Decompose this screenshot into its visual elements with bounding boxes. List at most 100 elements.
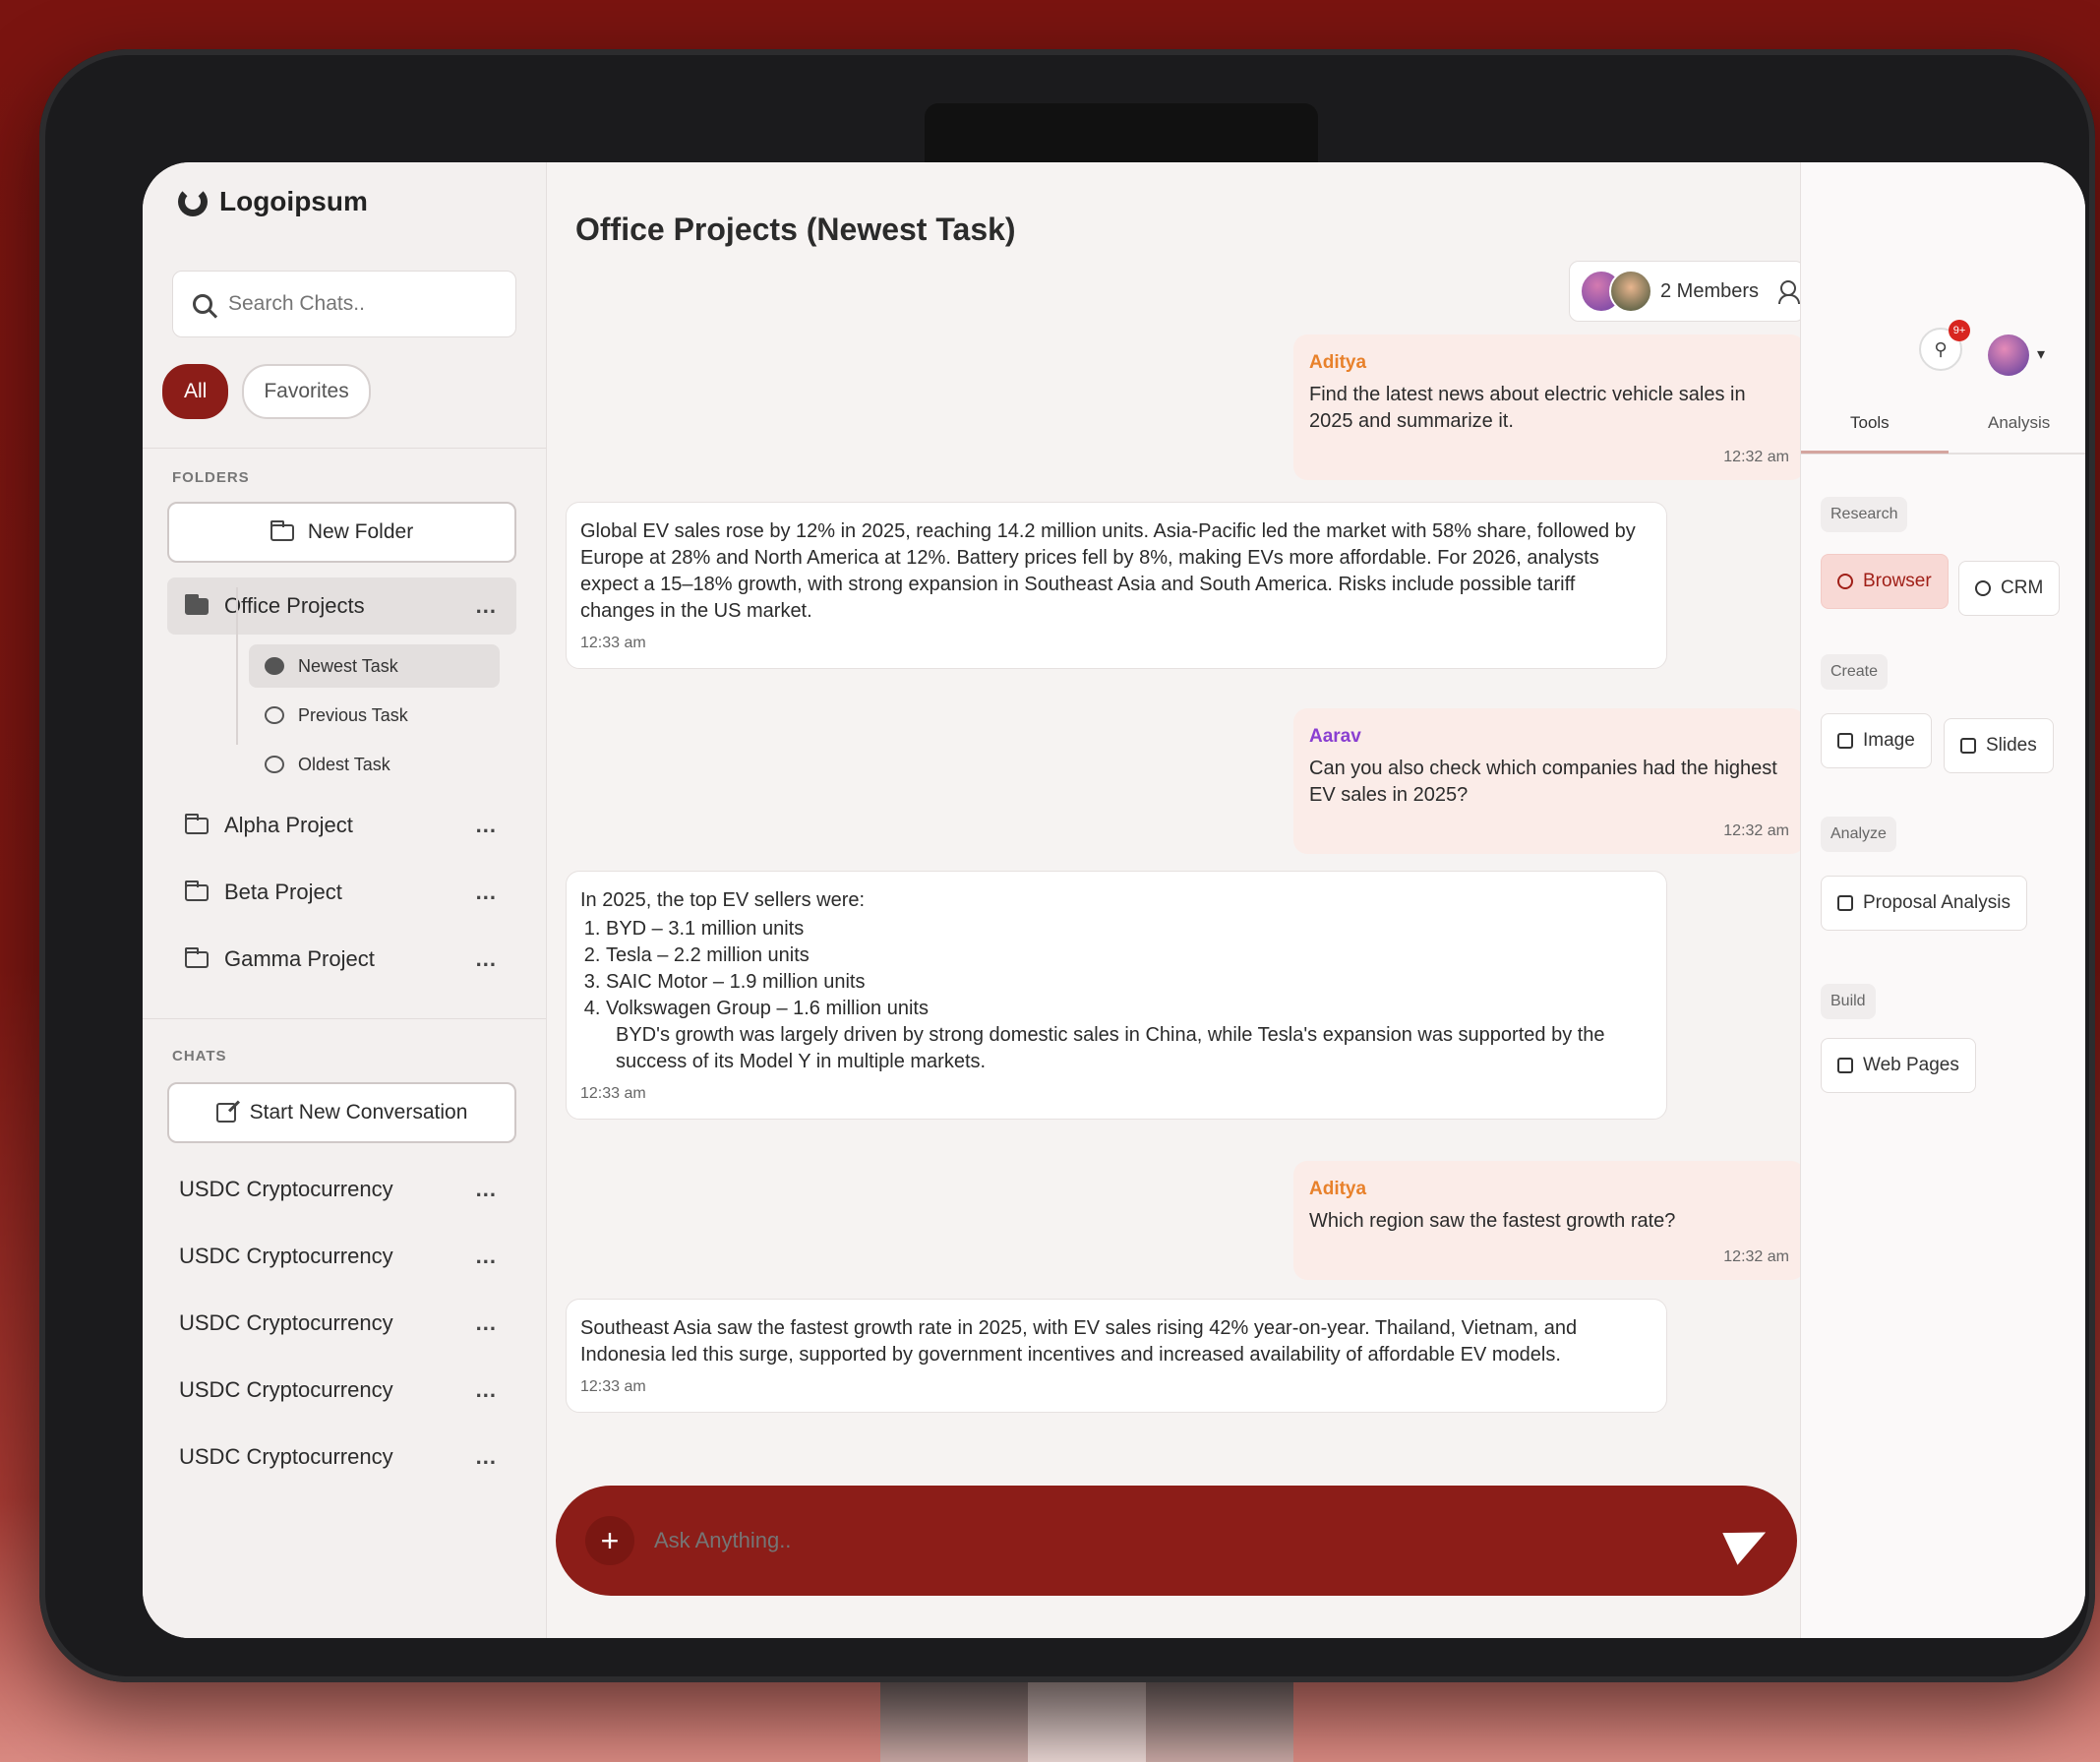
task-previous[interactable]: Previous Task [249, 694, 500, 737]
chart-icon [1837, 895, 1853, 911]
tool-image[interactable]: Image [1821, 713, 1932, 768]
more-options-icon[interactable]: ... [476, 1377, 497, 1403]
more-options-icon[interactable]: ... [476, 813, 497, 838]
search-icon [193, 294, 212, 314]
start-new-label: Start New Conversation [249, 1101, 468, 1124]
more-options-icon[interactable]: ... [476, 1244, 497, 1269]
list-item: SAIC Motor – 1.9 million units [606, 969, 1652, 996]
more-options-icon[interactable]: ... [476, 593, 497, 619]
message-composer: + [556, 1486, 1797, 1596]
folder-icon [185, 593, 209, 615]
more-options-icon[interactable]: ... [476, 1310, 497, 1336]
chat-item-label: USDC Cryptocurrency [179, 1377, 393, 1402]
section-research: Research [1821, 497, 1908, 532]
subtree-line [236, 587, 238, 745]
active-tab-indicator [1801, 451, 1949, 454]
members-button[interactable]: 2 Members [1569, 261, 1805, 322]
task-label: Newest Task [298, 655, 398, 676]
filter-favorites[interactable]: Favorites [242, 364, 371, 419]
list-item: BYD – 3.1 million units [606, 916, 1652, 942]
folder-alpha-project[interactable]: Alpha Project ... [167, 797, 516, 854]
chat-item[interactable]: USDC Cryptocurrency ... [167, 1228, 516, 1285]
sender-name: Aarav [1309, 726, 1361, 747]
tool-label: Image [1863, 730, 1915, 751]
filter-chips: All Favorites [162, 364, 371, 419]
folder-office-projects[interactable]: Office Projects ... [167, 577, 516, 635]
assistant-message: In 2025, the top EV sellers were: BYD – … [566, 871, 1667, 1120]
list-item: Volkswagen Group – 1.6 million units [606, 996, 1652, 1022]
more-options-icon[interactable]: ... [476, 1177, 497, 1202]
stand-pole [1028, 1672, 1146, 1762]
folder-label: Gamma Project [224, 946, 375, 971]
page-title: Office Projects (Newest Task) [575, 212, 1016, 247]
users-icon [1975, 580, 1991, 596]
send-icon[interactable] [1722, 1516, 1773, 1565]
new-folder-label: New Folder [307, 520, 414, 543]
start-new-conversation-button[interactable]: Start New Conversation [167, 1082, 516, 1143]
folder-label: Office Projects [224, 593, 365, 618]
member-avatars [1580, 270, 1652, 313]
tools-panel: ⚲ 9+ ▾ Tools Analysis Research Browser C… [1800, 162, 2085, 1638]
tool-label: Slides [1986, 735, 2037, 756]
chat-item-label: USDC Cryptocurrency [179, 1244, 393, 1268]
search-input[interactable] [226, 291, 496, 317]
chat-bubble-icon [265, 657, 284, 675]
add-user-icon[interactable] [1778, 280, 1801, 304]
user-avatar[interactable] [1988, 334, 2029, 376]
more-options-icon[interactable]: ... [476, 1444, 497, 1470]
task-label: Previous Task [298, 704, 408, 725]
section-create: Create [1821, 654, 1889, 690]
assistant-message: Global EV sales rose by 12% in 2025, rea… [566, 502, 1667, 669]
chevron-down-icon[interactable]: ▾ [2037, 344, 2045, 364]
tool-crm[interactable]: CRM [1958, 561, 2061, 616]
message-text: Find the latest news about electric vehi… [1309, 384, 1746, 432]
assistant-message: Southeast Asia saw the fastest growth ra… [566, 1299, 1667, 1413]
members-count: 2 Members [1660, 279, 1760, 302]
search-box[interactable] [172, 271, 516, 337]
message-input[interactable] [652, 1527, 1640, 1554]
task-newest[interactable]: Newest Task [249, 644, 500, 688]
folder-icon [185, 813, 209, 834]
tool-label: Proposal Analysis [1863, 892, 2010, 913]
list-item: Tesla – 2.2 million units [606, 942, 1652, 969]
tool-browser[interactable]: Browser [1821, 554, 1949, 609]
message-time: 12:32 am [1723, 822, 1789, 839]
chat-item[interactable]: USDC Cryptocurrency ... [167, 1428, 516, 1486]
sender-name: Aditya [1309, 352, 1367, 373]
tool-label: Web Pages [1863, 1055, 1959, 1075]
chat-item[interactable]: USDC Cryptocurrency ... [167, 1362, 516, 1419]
ranked-list: BYD – 3.1 million units Tesla – 2.2 mill… [580, 916, 1652, 1022]
add-attachment-button[interactable]: + [585, 1516, 634, 1565]
chats-label: CHATS [172, 1048, 227, 1064]
user-message: Aditya Which region saw the fastest grow… [1293, 1161, 1805, 1280]
folder-beta-project[interactable]: Beta Project ... [167, 864, 516, 921]
tab-analysis[interactable]: Analysis [1988, 413, 2050, 433]
chat-item[interactable]: USDC Cryptocurrency ... [167, 1295, 516, 1352]
edit-icon [215, 1103, 236, 1123]
sidebar: Logoipsum All Favorites FOLDERS New Fold… [143, 162, 547, 1638]
divider [143, 1018, 546, 1019]
folder-label: Beta Project [224, 880, 342, 904]
folder-icon [185, 946, 209, 968]
chat-item-label: USDC Cryptocurrency [179, 1444, 393, 1469]
message-text: Southeast Asia saw the fastest growth ra… [580, 1317, 1578, 1366]
message-time: 12:32 am [1723, 1248, 1789, 1265]
tool-proposal-analysis[interactable]: Proposal Analysis [1821, 876, 2027, 931]
logo: Logoipsum [178, 186, 368, 217]
more-options-icon[interactable]: ... [476, 946, 497, 972]
new-folder-button[interactable]: New Folder [167, 502, 516, 563]
folder-plus-icon [270, 519, 294, 541]
chat-item-label: USDC Cryptocurrency [179, 1177, 393, 1201]
tab-tools[interactable]: Tools [1850, 413, 1890, 433]
folder-gamma-project[interactable]: Gamma Project ... [167, 931, 516, 988]
more-options-icon[interactable]: ... [476, 880, 497, 905]
tool-slides[interactable]: Slides [1944, 718, 2054, 773]
task-oldest[interactable]: Oldest Task [249, 743, 500, 786]
chat-item-label: USDC Cryptocurrency [179, 1310, 393, 1335]
tool-web-pages[interactable]: Web Pages [1821, 1038, 1976, 1093]
conversation-panel: Office Projects (Newest Task) 2 Members … [546, 162, 1805, 1638]
filter-all[interactable]: All [162, 364, 229, 419]
tool-label: Browser [1863, 571, 1932, 591]
chat-item[interactable]: USDC Cryptocurrency ... [167, 1161, 516, 1218]
message-time: 12:33 am [580, 1378, 646, 1395]
